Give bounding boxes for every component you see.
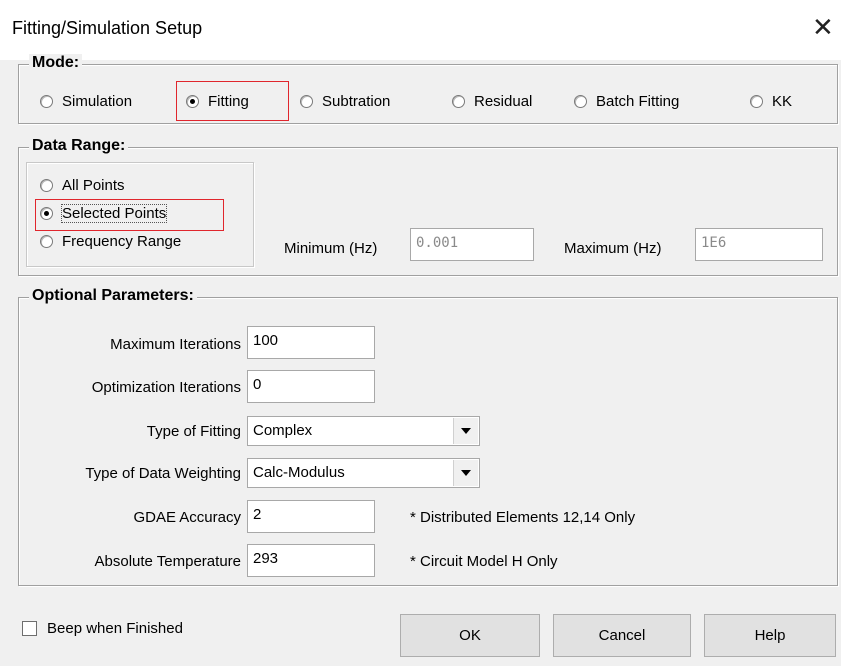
- radio-label: Fitting: [208, 93, 249, 110]
- close-icon[interactable]: ✕: [812, 14, 834, 40]
- title-bar: Fitting/Simulation Setup ✕: [0, 0, 841, 60]
- gdae-field[interactable]: 2: [247, 500, 375, 533]
- help-button[interactable]: Help: [704, 614, 836, 657]
- radio-label: Batch Fitting: [596, 93, 680, 110]
- chevron-down-icon[interactable]: [453, 418, 478, 444]
- radio-icon: [300, 95, 313, 108]
- range-radio-frequency-range[interactable]: Frequency Range: [40, 233, 181, 250]
- opt-iterations-label: Optimization Iterations: [91, 379, 241, 396]
- gdae-label: GDAE Accuracy: [133, 509, 241, 526]
- opt-iterations-field[interactable]: 0: [247, 370, 375, 403]
- temperature-note: * Circuit Model H Only: [410, 553, 558, 570]
- radio-icon: [40, 179, 53, 192]
- maximum-field[interactable]: 1E6: [695, 228, 823, 261]
- range-radio-all-points[interactable]: All Points: [40, 177, 125, 194]
- radio-label: KK: [772, 93, 793, 110]
- optional-parameters-label: Optional Parameters:: [29, 287, 197, 305]
- fitting-type-select[interactable]: Complex: [247, 416, 480, 446]
- maximum-label: Maximum (Hz): [564, 240, 662, 257]
- temperature-label: Absolute Temperature: [94, 553, 241, 570]
- radio-icon: [750, 95, 763, 108]
- radio-label: Residual: [474, 93, 533, 110]
- radio-label: Simulation: [62, 93, 133, 110]
- ok-button[interactable]: OK: [400, 614, 540, 657]
- chevron-down-icon[interactable]: [453, 460, 478, 486]
- radio-label: Selected Points: [60, 204, 168, 223]
- help-label: Help: [754, 627, 786, 644]
- window-title: Fitting/Simulation Setup: [12, 18, 203, 38]
- range-radio-selected-points[interactable]: Selected Points: [40, 204, 168, 223]
- mode-radio-residual[interactable]: Residual: [452, 93, 532, 110]
- mode-label: Mode:: [29, 54, 83, 72]
- mode-radio-subtration[interactable]: Subtration: [300, 93, 390, 110]
- temperature-field[interactable]: 293: [247, 544, 375, 577]
- mode-radio-simulation[interactable]: Simulation: [40, 93, 132, 110]
- checkbox-icon: [22, 621, 37, 636]
- data-range-label: Data Range:: [29, 137, 129, 155]
- mode-radio-kk[interactable]: KK: [750, 93, 792, 110]
- cancel-button[interactable]: Cancel: [553, 614, 691, 657]
- weighting-select[interactable]: Calc-Modulus: [247, 458, 480, 488]
- radio-label: Subtration: [322, 93, 391, 110]
- radio-icon: [186, 95, 199, 108]
- radio-icon: [40, 95, 53, 108]
- radio-icon: [574, 95, 587, 108]
- max-iterations-field[interactable]: 100: [247, 326, 375, 359]
- minimum-field[interactable]: 0.001: [410, 228, 534, 261]
- radio-icon: [40, 207, 53, 220]
- mode-group: Mode:: [18, 54, 838, 124]
- cancel-label: Cancel: [598, 627, 646, 644]
- fitting-type-value: Complex: [253, 422, 313, 439]
- gdae-note: * Distributed Elements 12,14 Only: [410, 509, 636, 526]
- radio-label: All Points: [62, 177, 125, 194]
- mode-radio-fitting[interactable]: Fitting: [186, 93, 249, 110]
- beep-label: Beep when Finished: [47, 620, 183, 637]
- mode-radio-batch-fitting[interactable]: Batch Fitting: [574, 93, 679, 110]
- radio-icon: [452, 95, 465, 108]
- ok-label: OK: [459, 627, 481, 644]
- minimum-label: Minimum (Hz): [284, 240, 378, 257]
- weighting-label: Type of Data Weighting: [85, 465, 241, 482]
- beep-checkbox[interactable]: Beep when Finished: [22, 620, 183, 637]
- radio-label: Frequency Range: [62, 233, 182, 250]
- fitting-type-label: Type of Fitting: [146, 423, 241, 440]
- weighting-value: Calc-Modulus: [253, 464, 345, 481]
- radio-icon: [40, 235, 53, 248]
- max-iterations-label: Maximum Iterations: [110, 336, 241, 353]
